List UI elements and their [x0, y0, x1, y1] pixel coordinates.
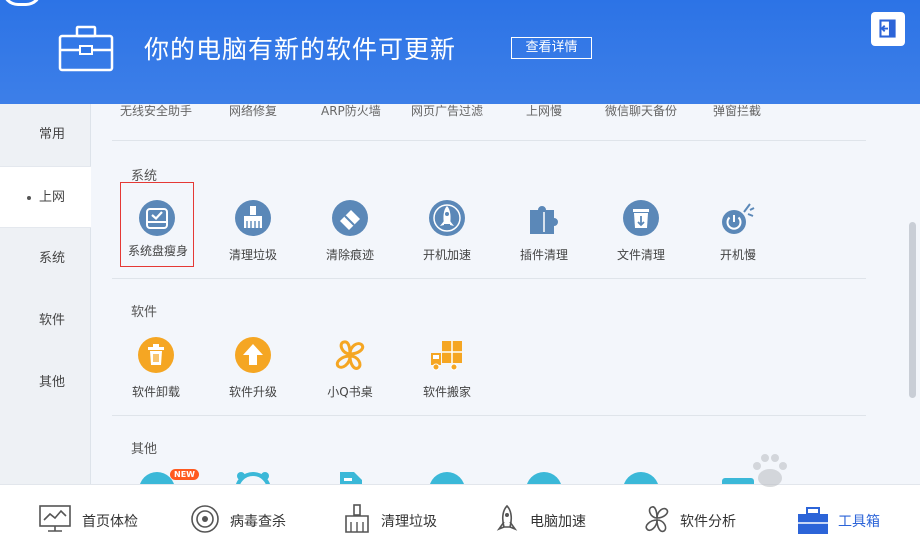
- tool-wechat-backup[interactable]: 微信聊天备份: [605, 104, 677, 119]
- file-clean-icon: [623, 200, 659, 236]
- other-tool-icon[interactable]: [526, 472, 562, 484]
- sidebar-item-label: 系统: [39, 251, 66, 266]
- sidebar-item-software[interactable]: 软件: [0, 290, 90, 352]
- tool-system-disk-slim[interactable]: 系统盘瘦身: [120, 182, 194, 267]
- tool-label: 系统盘瘦身: [127, 244, 188, 258]
- eraser-icon: [332, 200, 368, 236]
- tool-label: 软件搬家: [422, 385, 471, 399]
- other-tool-icon[interactable]: [623, 472, 659, 484]
- tool-label: 软件卸载: [131, 385, 180, 399]
- toolbox-icon: [58, 25, 114, 72]
- rocket-icon: [496, 504, 518, 531]
- tool-label: 开机慢: [719, 248, 756, 262]
- target-shield-icon: [191, 505, 219, 533]
- nav-home-checkup[interactable]: 首页体检: [38, 485, 148, 552]
- paw-logo-icon: [753, 454, 787, 487]
- truck-icon: [431, 341, 462, 371]
- internet-tools-row: 无线安全助手 网络修复 ARP防火墙 网页广告过滤 上网慢 微信聊天备份 弹窗拦…: [92, 104, 902, 120]
- sidebar-item-label: 上网: [39, 190, 66, 205]
- sidebar-item-system[interactable]: 系统: [0, 228, 90, 290]
- tool-label: 清除痕迹: [325, 248, 374, 262]
- sidebar-item-label: 其他: [39, 375, 66, 390]
- tool-label: 开机加速: [422, 248, 471, 262]
- divider: [112, 415, 866, 416]
- nav-pc-speedup[interactable]: 电脑加速: [490, 485, 600, 552]
- new-badge: NEW: [170, 469, 199, 480]
- tool-label: 小Q书桌: [327, 385, 373, 399]
- nav-clean-junk[interactable]: 清理垃圾: [340, 485, 450, 552]
- nav-virus-scan[interactable]: 病毒查杀: [188, 485, 298, 552]
- sidebar-item-common[interactable]: 常用: [0, 104, 90, 166]
- category-sidebar: 常用 上网 系统 软件 其他: [0, 104, 91, 484]
- tool-slow-internet[interactable]: 上网慢: [526, 104, 562, 119]
- update-notice-title: 你的电脑有新的软件可更新: [144, 35, 457, 64]
- view-details-button[interactable]: 查看详情: [511, 37, 592, 59]
- scrollbar-thumb[interactable]: [909, 222, 916, 398]
- tool-label: 插件清理: [519, 248, 568, 262]
- tool-q-desk[interactable]: 小Q书桌: [310, 337, 390, 417]
- active-dot: [27, 196, 31, 200]
- tool-arp-firewall[interactable]: ARP防火墙: [321, 104, 381, 119]
- sidebar-item-label: 常用: [39, 127, 66, 142]
- tool-uninstall[interactable]: 软件卸载: [116, 337, 196, 417]
- logo-corner: [2, 0, 42, 6]
- tool-upgrade[interactable]: 软件升级: [213, 337, 293, 417]
- scrollbar[interactable]: [905, 104, 920, 484]
- tool-plugin-clean[interactable]: 插件清理: [504, 200, 584, 280]
- nav-label: 首页体检: [82, 514, 138, 530]
- nav-label: 病毒查杀: [230, 514, 286, 530]
- sidebar-item-other[interactable]: 其他: [0, 352, 90, 414]
- disk-check-icon: [139, 200, 175, 236]
- broom-icon: [235, 200, 271, 236]
- sidebar-item-internet[interactable]: 上网: [0, 166, 91, 228]
- tool-clear-traces[interactable]: 清除痕迹: [310, 200, 390, 280]
- section-title-other: 其他: [131, 442, 158, 457]
- divider: [112, 140, 866, 141]
- nav-label: 电脑加速: [530, 514, 586, 530]
- tool-clean-junk[interactable]: 清理垃圾: [213, 200, 293, 280]
- sidebar-item-label: 软件: [39, 313, 66, 328]
- exit-icon: [879, 19, 896, 38]
- tool-label: 文件清理: [616, 248, 665, 262]
- section-title-software: 软件: [131, 305, 158, 320]
- divider: [112, 278, 866, 279]
- tools-panel: 无线安全助手 网络修复 ARP防火墙 网页广告过滤 上网慢 微信聊天备份 弹窗拦…: [92, 104, 902, 484]
- tool-boot-speedup[interactable]: 开机加速: [407, 200, 487, 280]
- tool-slow-boot[interactable]: 开机慢: [698, 200, 778, 280]
- header: 你的电脑有新的软件可更新 查看详情: [0, 0, 920, 104]
- document-icon[interactable]: [332, 470, 368, 484]
- tool-label: 清理垃圾: [228, 248, 277, 262]
- upgrade-arrow-icon: [235, 337, 271, 373]
- trash-icon: [138, 337, 174, 373]
- baidu-watermark: [700, 452, 870, 522]
- tool-label: 软件升级: [228, 385, 277, 399]
- rocket-icon: [429, 200, 465, 236]
- tool-file-clean[interactable]: 文件清理: [601, 200, 681, 280]
- clover-icon: [645, 506, 669, 533]
- other-tool-icon[interactable]: [429, 472, 465, 484]
- brush-icon: [345, 504, 369, 533]
- puzzle-icon: [530, 206, 558, 234]
- clover-icon: [335, 340, 365, 370]
- nav-label: 清理垃圾: [381, 514, 437, 530]
- slow-boot-icon: [722, 203, 755, 234]
- tool-ad-filter[interactable]: 网页广告过滤: [411, 104, 483, 119]
- tool-wifi-security[interactable]: 无线安全助手: [120, 104, 192, 119]
- exit-button[interactable]: [871, 12, 905, 46]
- tool-popup-block[interactable]: 弹窗拦截: [713, 104, 761, 119]
- alarm-clock-icon[interactable]: [235, 470, 271, 484]
- tool-network-repair[interactable]: 网络修复: [229, 104, 277, 119]
- monitor-chart-icon: [39, 505, 71, 532]
- tool-software-move[interactable]: 软件搬家: [407, 337, 487, 417]
